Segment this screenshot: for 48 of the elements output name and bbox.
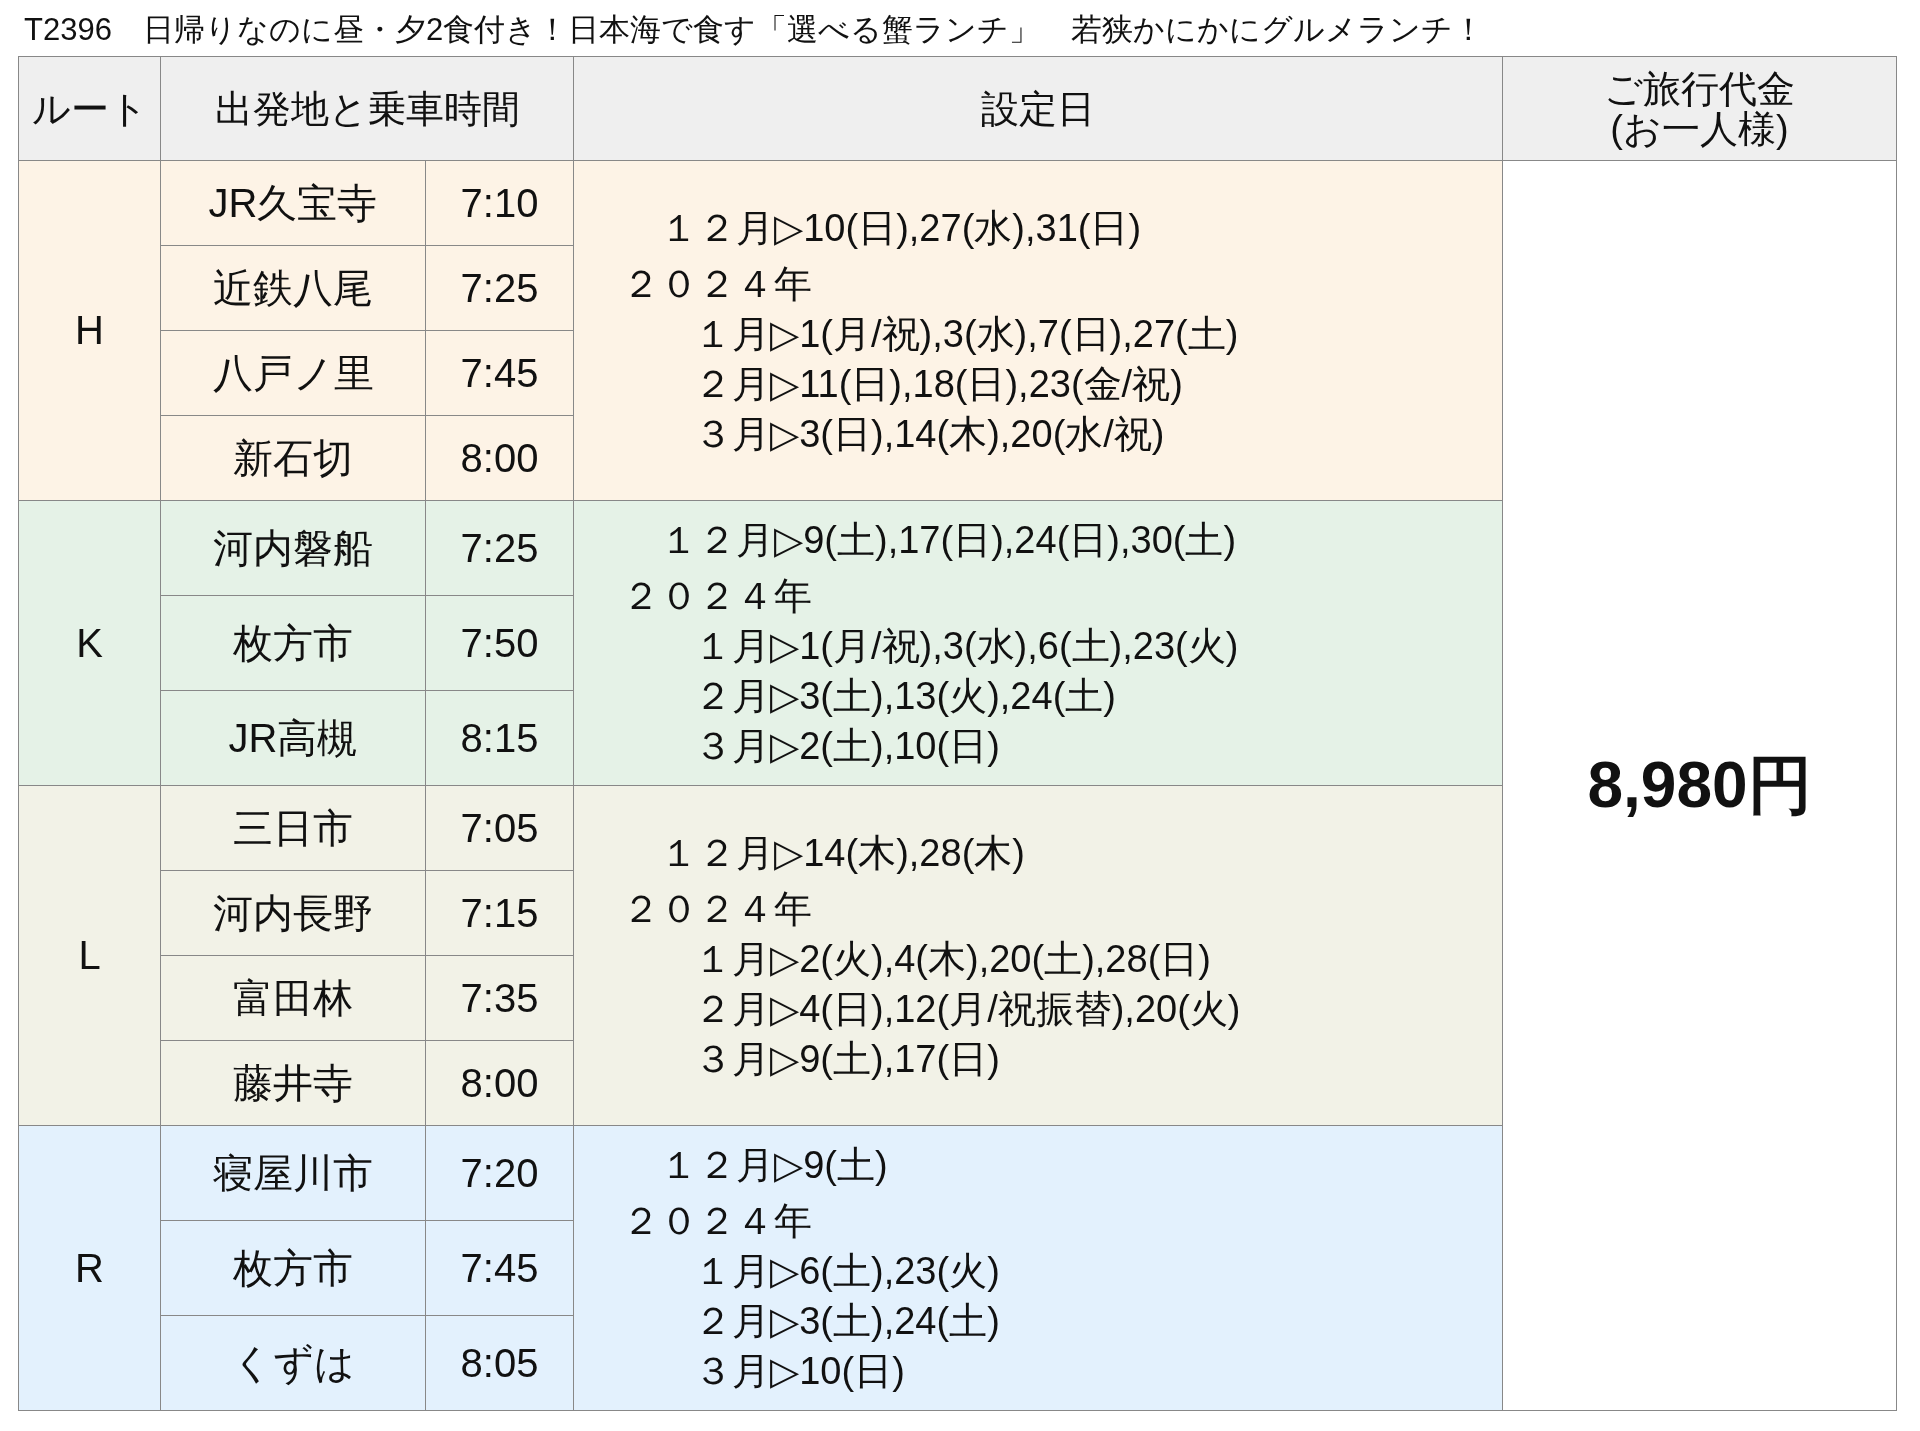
time-cell: 7:10 xyxy=(425,160,574,246)
station-cell: くずは xyxy=(160,1315,426,1411)
page-title: T2396 日帰りなのに昼・夕2食付き！日本海で食す「選べる蟹ランチ」 若狭かにかにグルメランチ！ xyxy=(23,14,1486,46)
station-cell: 三日市 xyxy=(160,785,426,871)
column-header: 設定日 xyxy=(573,56,1503,161)
station-cell: JR高槻 xyxy=(160,690,426,786)
route-cell: L xyxy=(18,785,161,1126)
route-cell: K xyxy=(18,500,161,786)
station-cell: 新石切 xyxy=(160,415,426,501)
date-line: １２月▷14(木),28(木) xyxy=(659,830,1026,876)
date-line: ２０２４年 xyxy=(621,261,813,307)
date-line: ２０２４年 xyxy=(621,1199,813,1244)
station-cell: 枚方市 xyxy=(160,1220,426,1316)
station-cell: 八戸ノ里 xyxy=(160,330,426,416)
date-line: ３月▷3(日),14(木),20(水/祝) xyxy=(693,411,1166,457)
station-cell: 河内磐船 xyxy=(160,500,426,596)
date-line: １２月▷10(日),27(水),31(日) xyxy=(659,205,1143,251)
date-line: １月▷6(土),23(火) xyxy=(693,1249,1001,1294)
column-header: ルート xyxy=(18,56,161,161)
column-header: ご旅行代金 (お一人様) xyxy=(1502,56,1897,161)
date-line: １月▷1(月/祝),3(水),6(土),23(火) xyxy=(693,624,1240,669)
date-line: ２０２４年 xyxy=(621,886,813,932)
date-line: ２０２４年 xyxy=(621,574,813,619)
date-line: ２月▷4(日),12(月/祝振替),20(火) xyxy=(693,986,1242,1032)
station-cell: 寝屋川市 xyxy=(160,1125,426,1221)
time-cell: 7:05 xyxy=(425,785,574,871)
date-line: ２月▷11(日),18(日),23(金/祝) xyxy=(693,361,1184,407)
station-cell: 藤井寺 xyxy=(160,1040,426,1126)
route-cell: R xyxy=(18,1125,161,1411)
date-line: ２月▷3(土),13(火),24(土) xyxy=(693,674,1117,719)
column-header: 出発地と乗車時間 xyxy=(160,56,574,161)
date-line: ３月▷10(日) xyxy=(693,1349,906,1394)
time-cell: 7:20 xyxy=(425,1125,574,1221)
date-line: ３月▷9(土),17(日) xyxy=(693,1036,1001,1082)
station-cell: 近鉄八尾 xyxy=(160,245,426,331)
date-line: １２月▷9(土) xyxy=(659,1143,889,1188)
station-cell: 河内長野 xyxy=(160,870,426,956)
station-cell: 枚方市 xyxy=(160,595,426,691)
time-cell: 7:25 xyxy=(425,500,574,596)
date-line: １月▷2(火),4(木),20(土),28(日) xyxy=(693,936,1212,982)
date-line: ３月▷2(土),10(日) xyxy=(693,724,1001,769)
date-line: １２月▷9(土),17(日),24(日),30(土) xyxy=(659,518,1238,563)
date-line: １月▷1(月/祝),3(水),7(日),27(土) xyxy=(693,311,1240,357)
route-cell: H xyxy=(18,160,161,501)
station-cell: 富田林 xyxy=(160,955,426,1041)
date-line: ２月▷3(土),24(土) xyxy=(693,1299,1001,1344)
price-cell: 8,980円 xyxy=(1502,160,1897,1411)
station-cell: JR久宝寺 xyxy=(160,160,426,246)
